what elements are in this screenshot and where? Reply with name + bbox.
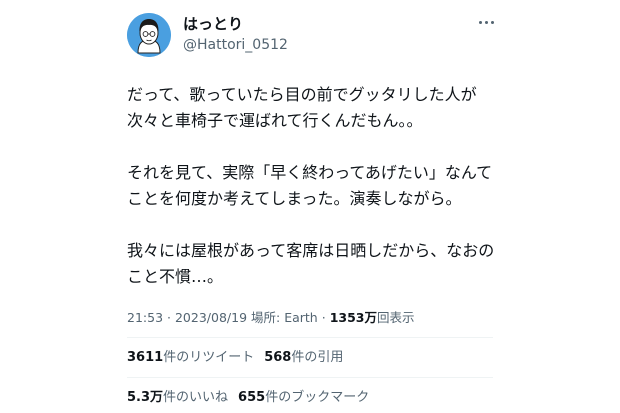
retweets-count: 3611	[127, 350, 164, 365]
tweet-text-blank-line	[127, 212, 507, 238]
tweet-location[interactable]: 場所: Earth	[251, 310, 318, 325]
tweet-text-line: こと不慣…。	[127, 267, 224, 286]
tweet-date[interactable]: 2023/08/19	[175, 310, 247, 325]
likes-label: 件のいいね	[163, 390, 229, 405]
more-dot	[490, 20, 494, 24]
tweet-meta: 21:53 · 2023/08/19 場所: Earth · 1353万回表示	[127, 310, 415, 326]
bookmarks-link[interactable]: 655件のブックマーク	[238, 390, 369, 405]
author-display-name[interactable]: はっとり	[183, 15, 243, 33]
tweet-text-line: 次々と車椅子で運ばれて行くんだもん。。	[127, 111, 423, 130]
views-count: 1353万	[329, 310, 377, 325]
engagement-stats-row-1: 3611件のリツイート 568件の引用	[127, 349, 343, 367]
retweets-link[interactable]: 3611件のリツイート	[127, 350, 254, 365]
tweet-text-line: 我々には屋根があって客席は日晒しだから、なおの	[127, 241, 495, 260]
avatar-illustration	[127, 13, 171, 57]
more-dot	[478, 20, 482, 24]
meta-separator: ·	[321, 310, 326, 325]
author-handle[interactable]: @Hattori_0512	[183, 36, 288, 54]
more-options-icon[interactable]	[477, 16, 495, 28]
tweet-time[interactable]: 21:53	[127, 310, 163, 325]
engagement-stats-row-2: 5.3万件のいいね 655件のブックマーク	[127, 389, 369, 407]
avatar[interactable]	[127, 13, 171, 57]
tweet-text-line: ことを何度か考えてしまった。演奏しながら。	[127, 189, 462, 208]
divider	[127, 337, 493, 338]
more-dot	[484, 20, 488, 24]
quotes-count: 568	[264, 350, 292, 365]
bookmarks-label: 件のブックマーク	[265, 390, 370, 405]
tweet-text-line: だって、歌っていたら目の前でグッタリした人が	[127, 85, 477, 104]
likes-link[interactable]: 5.3万件のいいね	[127, 390, 228, 405]
tweet-text-blank-line	[127, 134, 507, 160]
retweets-label: 件のリツイート	[163, 350, 255, 365]
tweet-card: はっとり @Hattori_0512 だって、歌っていたら目の前でグッタリした人…	[0, 0, 620, 413]
bookmarks-count: 655	[238, 390, 266, 405]
views-label: 回表示	[376, 310, 415, 325]
quotes-label: 件の引用	[291, 350, 344, 365]
meta-separator: ·	[167, 310, 171, 325]
quotes-link[interactable]: 568件の引用	[264, 350, 343, 365]
tweet-text: だって、歌っていたら目の前でグッタリした人が 次々と車椅子で運ばれて行くんだもん…	[127, 82, 507, 290]
tweet-text-line: それを見て、実際「早く終わってあげたい」なんて	[127, 163, 493, 182]
divider	[127, 377, 493, 378]
likes-count: 5.3万	[127, 390, 164, 405]
